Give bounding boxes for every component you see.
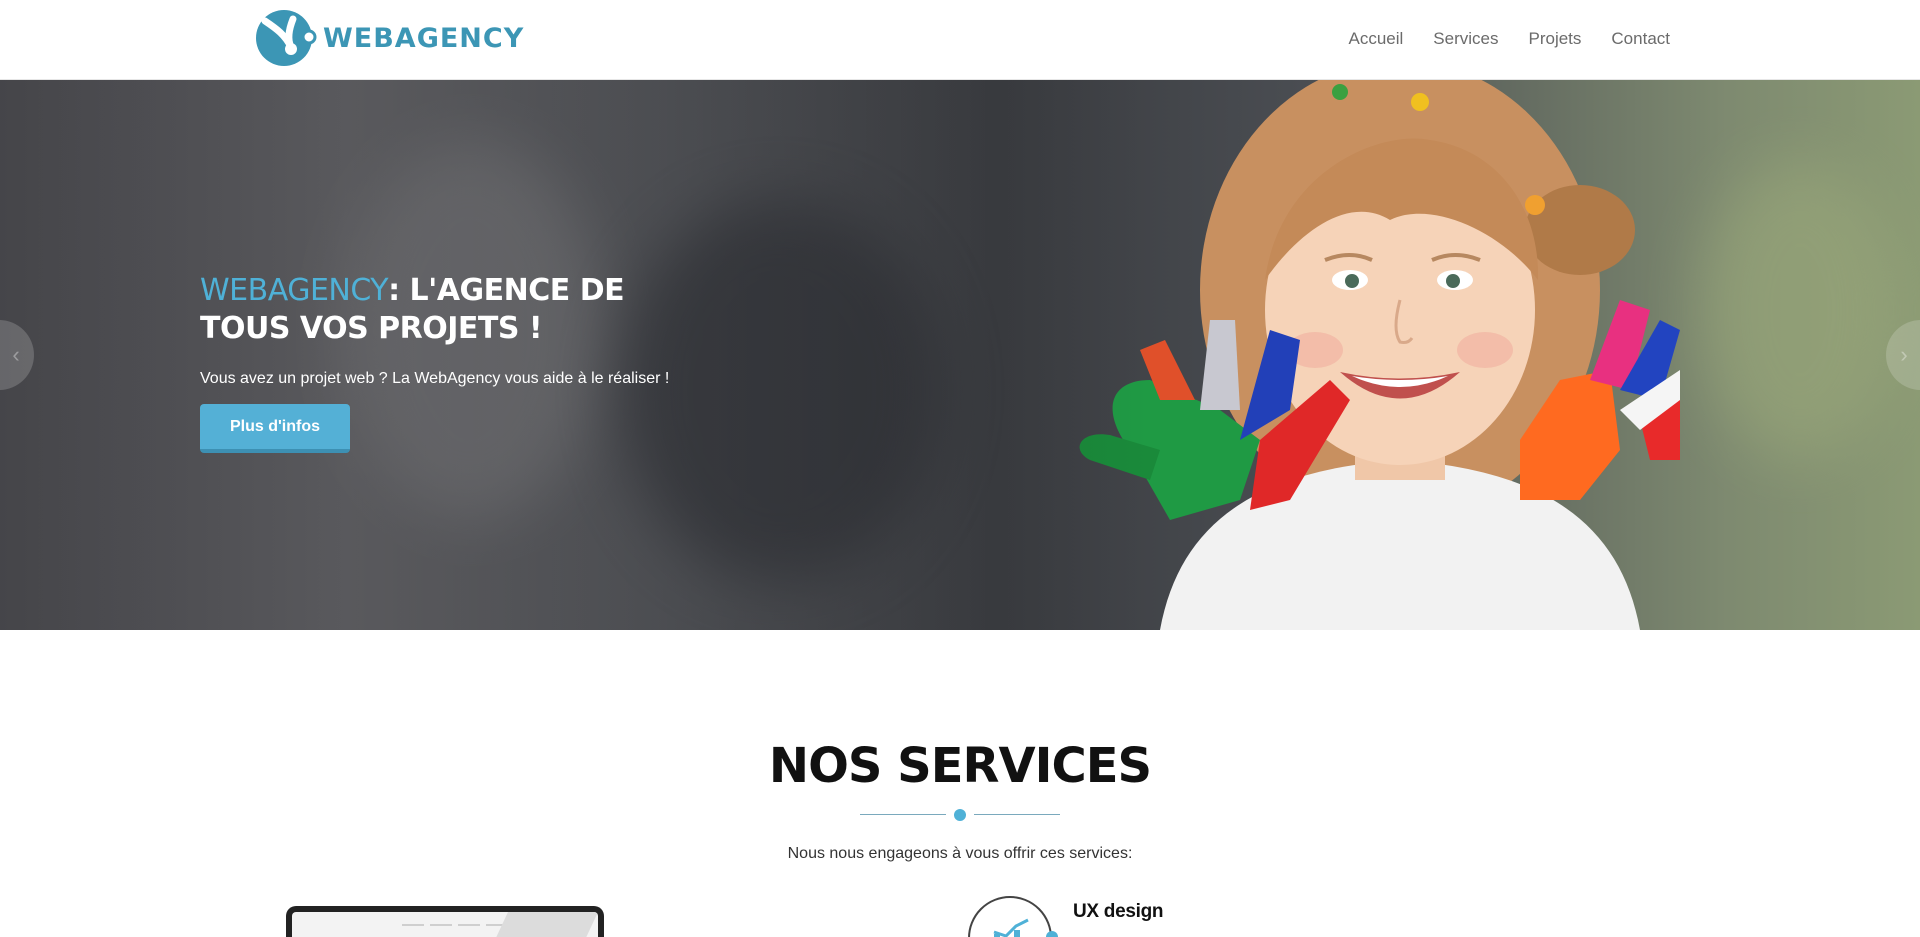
chevron-right-icon: › <box>1900 342 1908 367</box>
more-info-button[interactable]: Plus d'infos <box>200 404 350 453</box>
service-title-ux-design: UX design <box>1073 901 1164 922</box>
ux-design-icon-circle <box>968 896 1058 937</box>
logo-icon <box>255 7 317 69</box>
nav-item-accueil[interactable]: Accueil <box>1348 29 1403 49</box>
logo[interactable]: WEBAGENCY <box>255 8 524 68</box>
hero-text-block: WEBAGENCY: L'AGENCE DE TOUS VOS PROJETS … <box>200 272 720 453</box>
nav-item-services[interactable]: Services <box>1433 29 1498 49</box>
icon-dot <box>1046 931 1058 937</box>
services-section: NOS SERVICES Nous nous engageons à vous … <box>0 630 1920 937</box>
laptop-image <box>286 906 604 937</box>
nav-item-contact[interactable]: Contact <box>1611 29 1670 49</box>
section-divider <box>860 808 1060 822</box>
hero-subtitle: Vous avez un projet web ? La WebAgency v… <box>200 370 670 387</box>
logo-text: WEBAGENCY <box>323 22 525 54</box>
main-nav: Accueil Services Projets Contact <box>1348 29 1670 49</box>
site-header: WEBAGENCY Accueil Services Projets Conta… <box>0 0 1920 80</box>
services-subtitle: Nous nous engageons à vous offrir ces se… <box>787 845 1133 862</box>
hero-title-accent: WEBAGENCY <box>200 273 389 308</box>
hero-carousel: WEBAGENCY: L'AGENCE DE TOUS VOS PROJETS … <box>0 80 1920 630</box>
divider-dot <box>954 809 966 821</box>
nav-item-projets[interactable]: Projets <box>1528 29 1581 49</box>
hero-title: WEBAGENCY: L'AGENCE DE TOUS VOS PROJETS … <box>200 272 720 348</box>
services-title: NOS SERVICES <box>768 738 1152 794</box>
chevron-left-icon: ‹ <box>12 342 20 367</box>
chart-icon <box>993 918 1029 937</box>
